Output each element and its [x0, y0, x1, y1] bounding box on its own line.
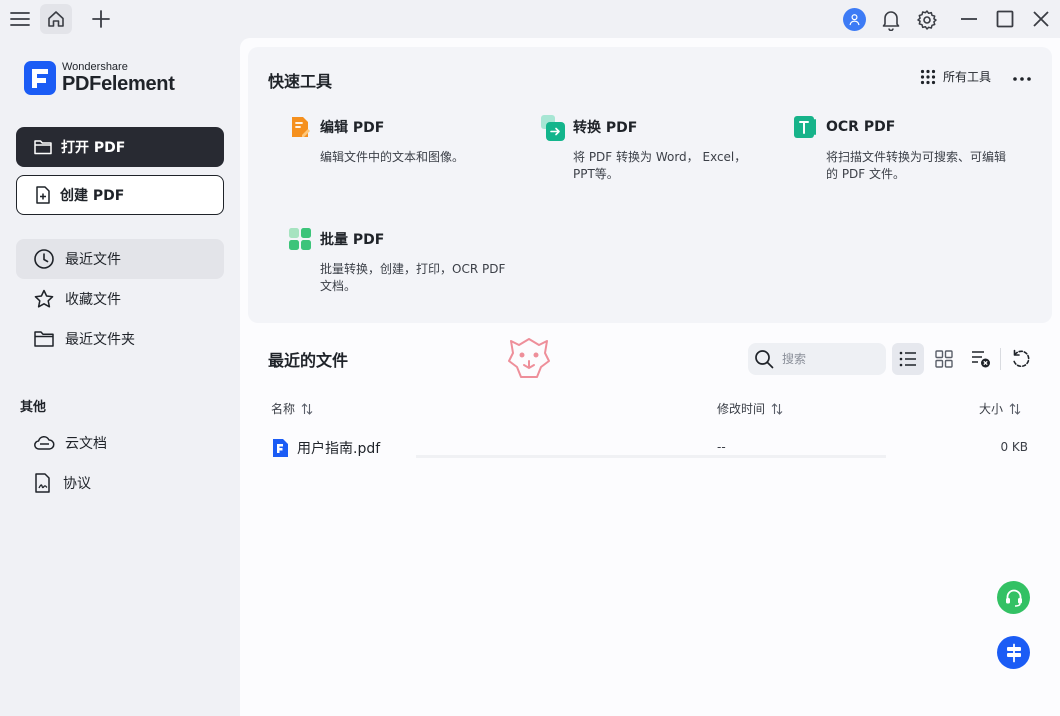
maximize-icon[interactable]	[994, 8, 1016, 30]
tool-description: 编辑文件中的文本和图像。	[320, 150, 465, 164]
grid-view-icon	[935, 350, 953, 368]
search-icon	[755, 350, 774, 369]
tool-description: 批量转换，创建，打印，OCR PDF 文档。	[320, 262, 506, 293]
folder-icon	[34, 140, 52, 155]
close-icon[interactable]	[1030, 8, 1052, 30]
create-pdf-button[interactable]: 创建 PDF	[16, 175, 224, 215]
file-plus-icon	[36, 186, 50, 204]
minimize-icon[interactable]	[958, 8, 980, 30]
toolbar-divider	[1000, 348, 1001, 370]
brand-name: PDFelement	[62, 73, 175, 95]
bell-icon[interactable]	[880, 8, 902, 32]
support-button[interactable]	[997, 581, 1030, 614]
file-size: 0 KB	[1000, 440, 1028, 454]
create-pdf-label: 创建 PDF	[60, 188, 125, 204]
column-header-size[interactable]: 大小	[979, 400, 1021, 417]
search-field[interactable]	[748, 343, 886, 375]
sidebar-item-label: 云文档	[65, 436, 107, 452]
grid-dots-icon	[920, 69, 936, 84]
sidebar-item-cloud-docs[interactable]: 云文档	[16, 423, 224, 463]
sidebar-section-other: 其他	[20, 400, 47, 415]
app-logo: Wondershare PDFelement	[24, 61, 175, 95]
sidebar-item-label: 协议	[63, 476, 91, 492]
signpost-icon	[1006, 643, 1021, 662]
tool-name: 编辑 PDF	[320, 120, 385, 136]
more-options-icon[interactable]	[1012, 70, 1032, 88]
agreement-icon	[35, 473, 50, 493]
open-pdf-button[interactable]: 打开 PDF	[16, 127, 224, 167]
tool-edit-pdf[interactable]: 编辑 PDF 编辑文件中的文本和图像。	[288, 115, 518, 166]
mascot-watermark-icon	[503, 331, 555, 383]
sidebar-item-label: 收藏文件	[65, 292, 121, 308]
recent-files-title: 最近的文件	[268, 351, 349, 370]
file-name: 用户指南.pdf	[297, 441, 381, 457]
tool-ocr-pdf[interactable]: OCR PDF 将扫描文件转换为可搜索、可编辑的 PDF 文件。	[794, 115, 1024, 183]
sidebar-item-label: 最近文件夹	[65, 332, 135, 348]
column-label: 名称	[271, 402, 296, 416]
menu-icon[interactable]	[8, 6, 32, 32]
cloud-icon	[34, 435, 55, 450]
open-pdf-label: 打开 PDF	[61, 140, 126, 156]
column-header-modified[interactable]: 修改时间	[717, 400, 783, 417]
tool-batch-pdf[interactable]: 批量 PDF 批量转换，创建，打印，OCR PDF 文档。	[288, 227, 518, 295]
sidebar-item-recent-files[interactable]: 最近文件	[16, 239, 224, 279]
sidebar-item-recent-folders[interactable]: 最近文件夹	[16, 319, 224, 359]
all-tools-button[interactable]: 所有工具	[920, 68, 991, 85]
sort-icon	[301, 402, 313, 415]
headset-icon	[1005, 589, 1022, 607]
tool-name: 批量 PDF	[320, 232, 385, 248]
pdf-file-icon	[273, 439, 288, 457]
folder-icon	[34, 331, 54, 347]
title-bar	[0, 0, 1060, 38]
tool-convert-pdf[interactable]: 转换 PDF 将 PDF 转换为 Word， Excel，PPT等。	[541, 115, 771, 183]
batch-pdf-icon	[288, 227, 312, 251]
sidebar-item-agreement[interactable]: 协议	[16, 463, 224, 503]
clear-list-icon	[972, 351, 990, 368]
file-modified: --	[717, 440, 726, 454]
column-header-name[interactable]: 名称	[271, 400, 313, 417]
ocr-pdf-icon	[794, 115, 818, 139]
tool-name: 转换 PDF	[573, 120, 638, 136]
edit-pdf-icon	[288, 115, 312, 139]
gear-icon[interactable]	[915, 8, 939, 32]
clock-icon	[34, 249, 54, 269]
tool-description: 将扫描文件转换为可搜索、可编辑的 PDF 文件。	[826, 150, 1007, 181]
user-avatar[interactable]	[843, 8, 866, 31]
tool-name: OCR PDF	[826, 119, 896, 135]
new-tab-plus-icon[interactable]	[88, 5, 114, 33]
list-view-icon	[899, 351, 916, 367]
column-label: 修改时间	[717, 402, 766, 416]
refresh-icon	[1013, 349, 1030, 368]
star-icon	[34, 289, 54, 308]
all-tools-label: 所有工具	[943, 70, 992, 84]
search-input[interactable]	[782, 352, 872, 366]
home-icon[interactable]	[40, 4, 72, 34]
layout-switch-button[interactable]	[997, 636, 1030, 669]
sidebar-item-label: 最近文件	[65, 252, 121, 268]
convert-pdf-icon	[541, 115, 565, 141]
tool-description: 将 PDF 转换为 Word， Excel，PPT等。	[573, 150, 747, 181]
table-row[interactable]: 用户指南.pdf	[271, 438, 380, 458]
clear-list-button[interactable]	[965, 343, 997, 375]
pdfelement-logo-icon	[24, 61, 56, 95]
sort-icon	[1009, 402, 1021, 415]
column-label: 大小	[979, 402, 1004, 416]
refresh-button[interactable]	[1005, 343, 1037, 375]
brand-sub: Wondershare	[62, 61, 128, 73]
grid-view-button[interactable]	[928, 343, 960, 375]
sort-icon	[771, 402, 783, 415]
list-view-button[interactable]	[892, 343, 924, 375]
sidebar-item-favorites[interactable]: 收藏文件	[16, 279, 224, 319]
quick-tools-title: 快速工具	[268, 72, 333, 91]
row-divider	[416, 455, 886, 458]
